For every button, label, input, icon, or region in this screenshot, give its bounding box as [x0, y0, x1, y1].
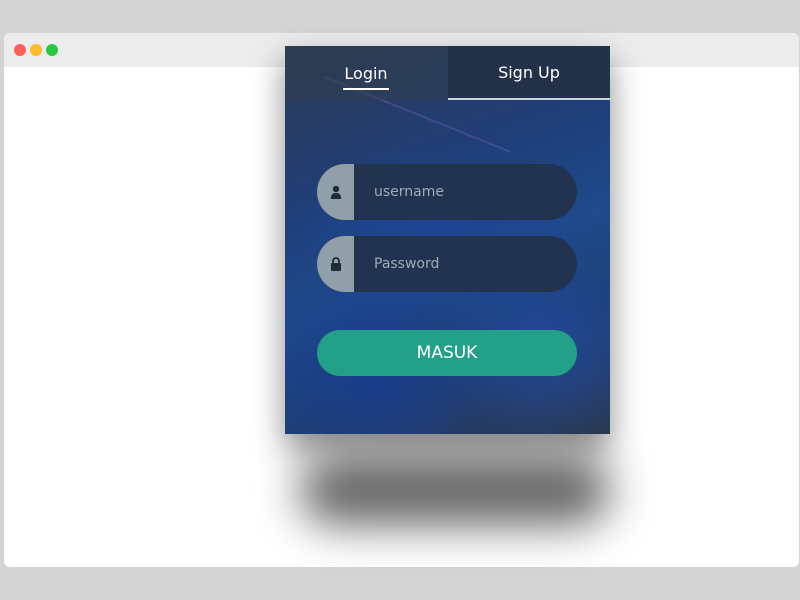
auth-tabs: Login Sign Up	[285, 46, 610, 100]
tab-sign-up[interactable]: Sign Up	[448, 46, 610, 100]
username-field	[317, 164, 577, 220]
masuk-button[interactable]: MASUK	[317, 330, 577, 376]
password-input[interactable]	[354, 236, 577, 292]
password-field	[317, 236, 577, 292]
minimize-window-button[interactable]	[30, 44, 42, 56]
tab-login[interactable]: Login	[285, 46, 447, 100]
username-input[interactable]	[354, 164, 577, 220]
close-window-button[interactable]	[14, 44, 26, 56]
lock-icon	[317, 236, 354, 292]
card-drop-shadow	[300, 455, 610, 525]
tab-login-label: Login	[343, 63, 389, 90]
login-card: Login Sign Up MASUK	[285, 46, 610, 434]
tab-sign-up-label: Sign Up	[498, 62, 560, 82]
maximize-window-button[interactable]	[46, 44, 58, 56]
user-icon	[317, 164, 354, 220]
